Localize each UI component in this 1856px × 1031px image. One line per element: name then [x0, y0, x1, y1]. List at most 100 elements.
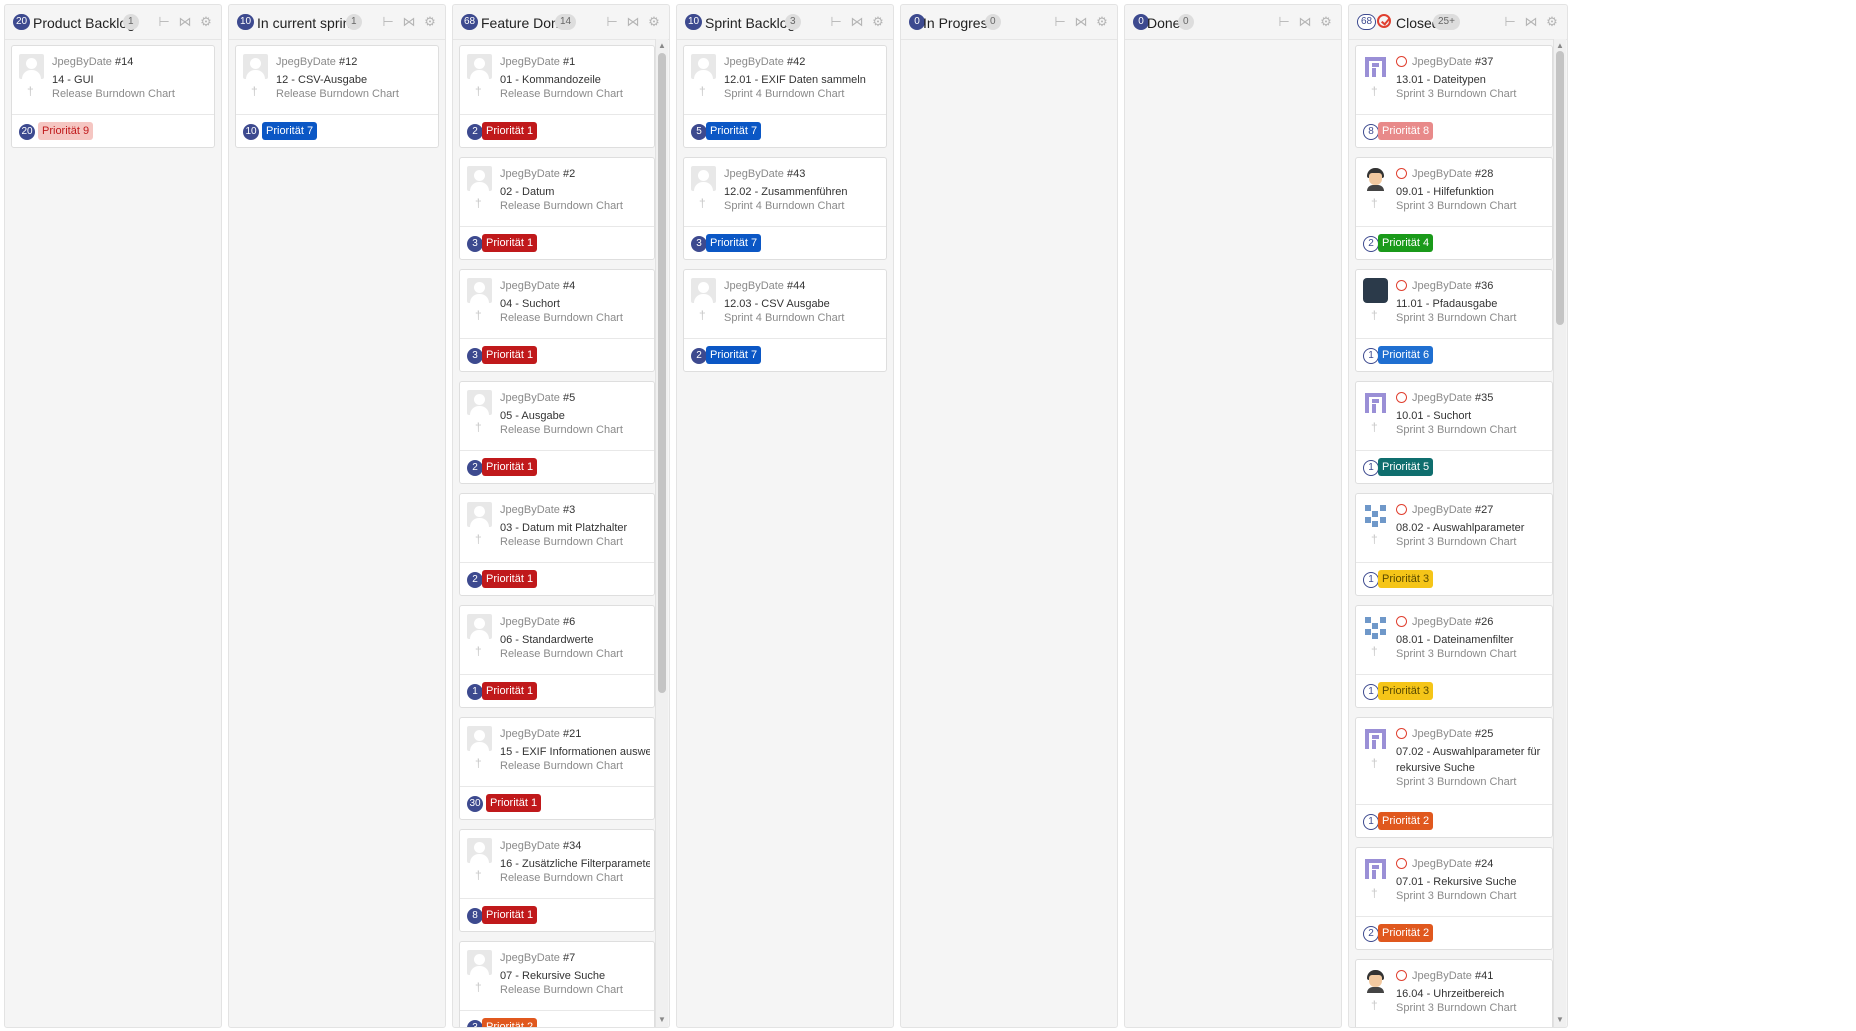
issue-card[interactable]: † JpegByDate #34 16 - Zusätzliche Filterpa… — [459, 829, 655, 932]
avatar-icon[interactable] — [1363, 726, 1388, 751]
card-repo[interactable]: JpegByDate #5 — [500, 392, 575, 404]
card-milestone[interactable]: Release Burndown Chart — [500, 424, 623, 436]
issue-card[interactable]: † JpegByDate #37 13.01 - Dateitypen Sprint … — [1355, 45, 1553, 148]
avatar-icon[interactable] — [467, 838, 492, 863]
column-title[interactable]: Feature Done — [481, 15, 567, 31]
issue-card[interactable]: † JpegByDate #43 12.02 - Zusammenführen Spr… — [683, 157, 887, 260]
card-title[interactable]: 16.04 - Uhrzeitbereich — [1396, 986, 1548, 1002]
card-repo[interactable]: JpegByDate #28 — [1412, 168, 1493, 180]
issue-card[interactable]: † JpegByDate #4 04 - Suchort Release Burndo… — [459, 269, 655, 372]
gear-icon[interactable]: ⚙ — [423, 14, 437, 30]
card-milestone[interactable]: Release Burndown Chart — [500, 984, 623, 996]
card-title[interactable]: 09.01 - Hilfefunktion — [1396, 184, 1548, 200]
card-repo[interactable]: JpegByDate #24 — [1412, 858, 1493, 870]
avatar-icon[interactable] — [1363, 54, 1388, 79]
card-title[interactable]: 08.02 - Auswahlparameter — [1396, 520, 1548, 536]
scroll-down-icon[interactable]: ▼ — [1556, 1016, 1564, 1024]
card-milestone[interactable]: Sprint 3 Burndown Chart — [1396, 890, 1516, 902]
priority-label[interactable]: Priorität 7 — [706, 122, 762, 140]
avatar-icon[interactable] — [467, 390, 492, 415]
avatar-icon[interactable] — [691, 166, 716, 191]
card-milestone[interactable]: Sprint 3 Burndown Chart — [1396, 200, 1516, 212]
priority-label[interactable]: Priorität 1 — [482, 570, 538, 588]
collapse-icon[interactable]: ⊢ — [605, 14, 619, 30]
collapse-icon[interactable]: ⊢ — [1503, 14, 1517, 30]
priority-label[interactable]: Priorität 1 — [482, 682, 538, 700]
card-repo[interactable]: JpegByDate #36 — [1412, 280, 1493, 292]
issue-card[interactable]: † JpegByDate #2 02 - Datum Release Burndown… — [459, 157, 655, 260]
gear-icon[interactable]: ⚙ — [1545, 14, 1559, 30]
card-title[interactable]: 02 - Datum — [500, 184, 650, 200]
card-milestone[interactable]: Sprint 3 Burndown Chart — [1396, 88, 1516, 100]
card-repo[interactable]: JpegByDate #44 — [724, 280, 805, 292]
expand-icon[interactable]: ⋈ — [626, 14, 640, 30]
card-title[interactable]: 04 - Suchort — [500, 296, 650, 312]
priority-label[interactable]: Priorität 1 — [482, 234, 538, 252]
card-repo[interactable]: JpegByDate #4 — [500, 280, 575, 292]
collapse-icon[interactable]: ⊢ — [381, 14, 395, 30]
card-repo[interactable]: JpegByDate #27 — [1412, 504, 1493, 516]
card-repo[interactable]: JpegByDate #1 — [500, 56, 575, 68]
card-title[interactable]: 11.01 - Pfadausgabe — [1396, 296, 1548, 312]
priority-label[interactable]: Priorität 1 — [482, 346, 538, 364]
card-milestone[interactable]: Release Burndown Chart — [500, 648, 623, 660]
card-repo[interactable]: JpegByDate #34 — [500, 840, 581, 852]
card-repo[interactable]: JpegByDate #41 — [1412, 970, 1493, 982]
avatar-icon[interactable] — [1363, 390, 1388, 415]
avatar-icon[interactable] — [691, 278, 716, 303]
vertical-scrollbar[interactable]: ▲ ▼ — [655, 39, 668, 1027]
priority-label[interactable]: Priorität 9 — [38, 122, 94, 140]
priority-label[interactable]: Priorität 7 — [706, 346, 762, 364]
avatar-icon[interactable] — [467, 278, 492, 303]
card-milestone[interactable]: Release Burndown Chart — [500, 760, 623, 772]
avatar-icon[interactable] — [19, 54, 44, 79]
priority-label[interactable]: Priorität 1 — [482, 458, 538, 476]
column-title[interactable]: Sprint Backlog — [705, 15, 795, 31]
priority-label[interactable]: Priorität 7 — [706, 234, 762, 252]
card-title[interactable]: 07.01 - Rekursive Suche — [1396, 874, 1548, 890]
gear-icon[interactable]: ⚙ — [1095, 14, 1109, 30]
avatar-icon[interactable] — [467, 726, 492, 751]
card-repo[interactable]: JpegByDate #7 — [500, 952, 575, 964]
card-milestone[interactable]: Sprint 3 Burndown Chart — [1396, 1002, 1516, 1014]
card-milestone[interactable]: Sprint 4 Burndown Chart — [724, 88, 844, 100]
issue-card[interactable]: † JpegByDate #44 12.03 - CSV Ausgabe Sprint… — [683, 269, 887, 372]
avatar-icon[interactable] — [1363, 166, 1388, 191]
avatar-icon[interactable] — [691, 54, 716, 79]
issue-card[interactable]: † JpegByDate #41 16.04 - Uhrzeitbereich Spr… — [1355, 959, 1553, 1027]
card-title[interactable]: 01 - Kommandozeile — [500, 72, 650, 88]
priority-label[interactable]: Priorität 1 — [486, 794, 542, 812]
card-title[interactable]: 07.02 - Auswahlparameter für rekursive S… — [1396, 744, 1548, 776]
collapse-icon[interactable]: ⊢ — [1053, 14, 1067, 30]
card-repo[interactable]: JpegByDate #25 — [1412, 728, 1493, 740]
card-title[interactable]: 03 - Datum mit Platzhalter — [500, 520, 650, 536]
card-milestone[interactable]: Release Burndown Chart — [500, 872, 623, 884]
issue-card[interactable]: † JpegByDate #14 14 - GUI Release Burndown … — [11, 45, 215, 148]
card-title[interactable]: 12.01 - EXIF Daten sammeln — [724, 72, 882, 88]
expand-icon[interactable]: ⋈ — [1298, 14, 1312, 30]
issue-card[interactable]: † JpegByDate #5 05 - Ausgabe Release Burndo… — [459, 381, 655, 484]
card-title[interactable]: 15 - EXIF Informationen auswerten — [500, 744, 650, 760]
card-milestone[interactable]: Sprint 4 Burndown Chart — [724, 312, 844, 324]
card-repo[interactable]: JpegByDate #2 — [500, 168, 575, 180]
collapse-icon[interactable]: ⊢ — [1277, 14, 1291, 30]
card-milestone[interactable]: Release Burndown Chart — [500, 536, 623, 548]
card-milestone[interactable]: Sprint 4 Burndown Chart — [724, 200, 844, 212]
gear-icon[interactable]: ⚙ — [647, 14, 661, 30]
card-milestone[interactable]: Sprint 3 Burndown Chart — [1396, 776, 1516, 788]
collapse-icon[interactable]: ⊢ — [157, 14, 171, 30]
card-milestone[interactable]: Sprint 3 Burndown Chart — [1396, 648, 1516, 660]
gear-icon[interactable]: ⚙ — [199, 14, 213, 30]
card-title[interactable]: 10.01 - Suchort — [1396, 408, 1548, 424]
issue-card[interactable]: † JpegByDate #28 09.01 - Hilfefunktion Spri… — [1355, 157, 1553, 260]
priority-label[interactable]: Priorität 4 — [1378, 234, 1434, 252]
priority-label[interactable]: Priorität 3 — [1378, 570, 1434, 588]
issue-card[interactable]: † JpegByDate #36 11.01 - Pfadausgabe Sprint… — [1355, 269, 1553, 372]
gear-icon[interactable]: ⚙ — [1319, 14, 1333, 30]
priority-label[interactable]: Priorität 1 — [482, 122, 538, 140]
card-repo[interactable]: JpegByDate #42 — [724, 56, 805, 68]
card-milestone[interactable]: Sprint 3 Burndown Chart — [1396, 312, 1516, 324]
card-repo[interactable]: JpegByDate #43 — [724, 168, 805, 180]
card-title[interactable]: 13.01 - Dateitypen — [1396, 72, 1548, 88]
card-repo[interactable]: JpegByDate #26 — [1412, 616, 1493, 628]
